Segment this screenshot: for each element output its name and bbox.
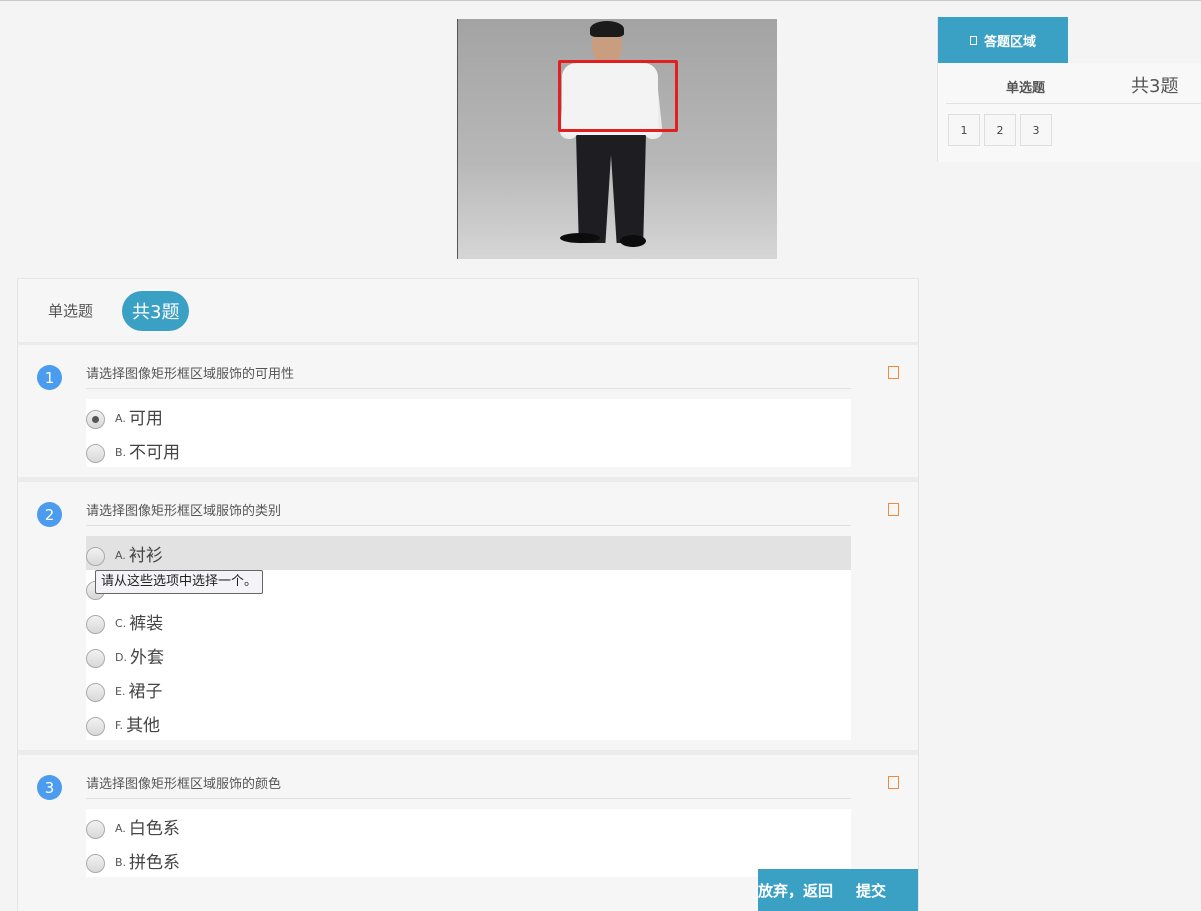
options-list: A. 可用 B. 不可用 — [86, 399, 851, 467]
option-key: B. — [115, 855, 127, 869]
quit-return-button[interactable]: 放弃，返回 — [758, 880, 833, 901]
bookmark-icon[interactable] — [888, 776, 899, 789]
radio-button[interactable] — [86, 853, 105, 873]
radio-button[interactable] — [86, 409, 105, 429]
question-number: 3 — [37, 775, 62, 800]
bookmark-icon[interactable] — [888, 366, 899, 379]
option-text: 拼色系 — [129, 852, 181, 873]
question-jump-3[interactable]: 3 — [1020, 114, 1052, 146]
section-type-label: 单选题 — [48, 302, 94, 320]
option-key: A. — [115, 548, 126, 562]
option-c[interactable]: C. 裤装 — [86, 604, 851, 638]
person-left-shoe — [560, 233, 600, 243]
option-text: 衬衫 — [128, 545, 163, 566]
radio-button[interactable] — [86, 443, 105, 463]
person-right-shoe — [620, 235, 646, 247]
question-number: 2 — [37, 502, 62, 527]
option-text: 其他 — [126, 715, 161, 736]
option-d[interactable]: D. 外套 — [86, 638, 851, 672]
option-a[interactable]: A. 可用 — [86, 399, 851, 433]
annotation-image — [457, 19, 777, 259]
section-count-badge: 共3题 — [122, 290, 190, 331]
option-text: 白色系 — [128, 818, 180, 839]
bounding-box — [558, 60, 678, 132]
option-key: F. — [115, 718, 124, 732]
radio-button[interactable] — [86, 819, 105, 839]
question-number: 1 — [37, 365, 62, 390]
question-1: 1 请选择图像矩形框区域服饰的可用性 A. 可用 B. 不可用 — [18, 345, 918, 482]
option-key: A. — [115, 821, 126, 835]
option-key: B. — [115, 445, 127, 459]
option-key: E. — [115, 684, 126, 698]
question-jump-1[interactable]: 1 — [948, 114, 980, 146]
section-summary: 单选题 共3题 — [946, 63, 1201, 104]
radio-button[interactable] — [86, 546, 105, 566]
radio-button[interactable] — [86, 682, 105, 702]
question-title: 请选择图像矩形框区域服饰的类别 — [86, 482, 851, 526]
options-list: A. 白色系 B. 拼色系 — [86, 809, 851, 877]
question-title: 请选择图像矩形框区域服饰的可用性 — [86, 345, 851, 389]
question-2: 2 请选择图像矩形框区域服饰的类别 A. 衬衫 B. 请从这些选项中选择一个。 … — [18, 482, 918, 755]
option-a[interactable]: A. 衬衫 — [86, 536, 851, 570]
tab-label: 答题区域 — [983, 34, 1036, 50]
answer-sheet-body: 单选题 共3题 1 2 3 — [938, 63, 1201, 162]
radio-button[interactable] — [86, 716, 105, 736]
question-title: 请选择图像矩形框区域服饰的颜色 — [86, 755, 851, 799]
question-panel: 单选题 共3题 1 请选择图像矩形框区域服饰的可用性 A. 可用 B. 不可用 … — [17, 278, 919, 911]
bookmark-icon[interactable] — [888, 503, 899, 516]
option-key: C. — [115, 616, 127, 630]
option-text: 裤装 — [129, 613, 164, 634]
person-hair — [590, 21, 624, 37]
option-a[interactable]: A. 白色系 — [86, 809, 851, 843]
radio-button[interactable] — [86, 614, 105, 634]
radio-button[interactable] — [86, 648, 105, 668]
person-pants — [576, 133, 646, 243]
square-icon — [969, 35, 977, 45]
answer-sheet-panel: 答题区域 单选题 共3题 1 2 3 — [937, 17, 1201, 162]
action-bar: 放弃，返回 提交 — [758, 869, 918, 911]
option-key: A. — [115, 411, 126, 425]
question-jump-2[interactable]: 2 — [984, 114, 1016, 146]
option-text: 不可用 — [129, 442, 181, 463]
option-b[interactable]: B. 不可用 — [86, 433, 851, 467]
validation-tooltip: 请从这些选项中选择一个。 — [95, 570, 264, 594]
option-text: 外套 — [129, 647, 164, 668]
option-key: D. — [115, 650, 127, 664]
option-b[interactable]: B. 拼色系 — [86, 843, 851, 877]
option-f[interactable]: F. 其他 — [86, 706, 851, 740]
section-header: 单选题 共3题 — [18, 279, 918, 345]
section-count: 共3题 — [1131, 76, 1179, 97]
option-e[interactable]: E. 裙子 — [86, 672, 851, 706]
option-text: 裙子 — [128, 681, 163, 702]
question-number-grid: 1 2 3 — [948, 114, 1052, 146]
tab-answer-area[interactable]: 答题区域 — [938, 17, 1068, 63]
option-text: 可用 — [128, 408, 163, 429]
options-list: A. 衬衫 B. 请从这些选项中选择一个。 C. 裤装 D. 外套 E. — [86, 536, 851, 740]
section-type-label: 单选题 — [1006, 81, 1046, 96]
submit-button[interactable]: 提交 — [856, 880, 886, 901]
